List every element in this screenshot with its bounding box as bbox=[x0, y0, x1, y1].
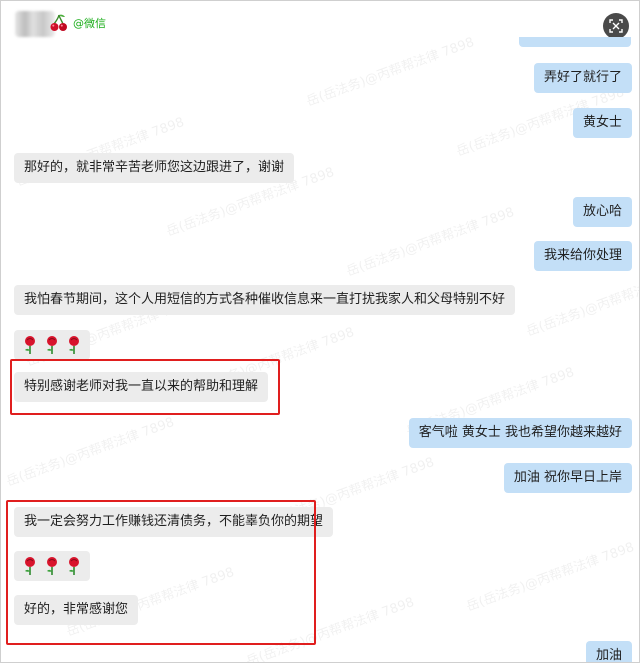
source-label: @微信 bbox=[73, 17, 106, 30]
close-button[interactable] bbox=[603, 13, 629, 39]
rose-icon bbox=[69, 336, 79, 354]
message-emoji-roses[interactable] bbox=[14, 330, 90, 360]
message-incoming[interactable]: 那好的，就非常辛苦老师您这边跟进了，谢谢 bbox=[14, 153, 295, 183]
chat-window: 岳(岳法务)@丙帮帮法律 7898 岳(岳法务)@丙帮帮法律 7898 岳(岳法… bbox=[0, 0, 640, 663]
cherry-icon bbox=[50, 14, 67, 31]
previous-message-bubble bbox=[519, 37, 631, 47]
message-outgoing[interactable]: 我来给你处理 bbox=[533, 241, 632, 271]
watermark: 岳(岳法务)@丙帮帮法律 7898 bbox=[464, 539, 637, 615]
watermark: 岳(岳法务)@丙帮帮法律 7898 bbox=[524, 265, 640, 340]
rose-icon bbox=[25, 336, 35, 354]
message-outgoing[interactable]: 加油 祝你早日上岸 bbox=[503, 463, 632, 493]
highlight-box bbox=[10, 359, 280, 415]
watermark: 岳(岳法务)@丙帮帮法律 7898 bbox=[344, 204, 517, 280]
message-outgoing[interactable]: 黄女士 bbox=[572, 108, 632, 138]
close-screen-icon bbox=[609, 19, 623, 33]
message-incoming[interactable]: 我怕春节期间，这个人用短信的方式各种催收信息来一直打扰我家人和父母特别不好 bbox=[14, 285, 516, 315]
watermark: 岳(岳法务)@丙帮帮法律 7898 bbox=[4, 414, 177, 490]
message-outgoing[interactable]: 加油 bbox=[585, 641, 632, 662]
highlight-box bbox=[6, 500, 316, 645]
message-outgoing[interactable]: 客气啦 黄女士 我也希望你越来越好 bbox=[408, 418, 632, 448]
rose-icon bbox=[47, 336, 57, 354]
message-outgoing[interactable]: 放心哈 bbox=[572, 197, 632, 227]
message-outgoing[interactable]: 弄好了就行了 bbox=[533, 63, 632, 93]
